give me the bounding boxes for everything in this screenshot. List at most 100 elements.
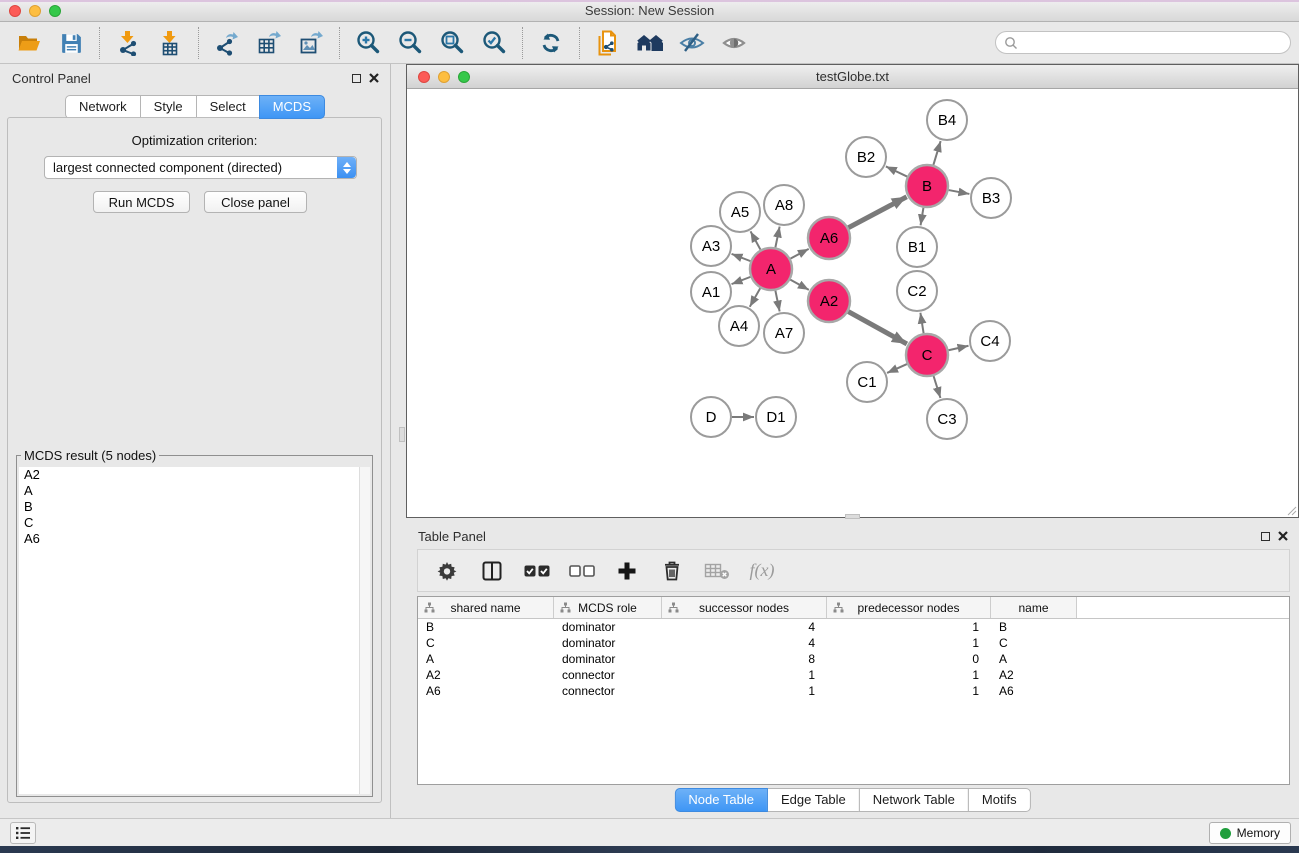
table-cell[interactable]: A2 bbox=[418, 668, 554, 682]
table-cell[interactable]: 4 bbox=[662, 636, 827, 650]
table-cell[interactable]: connector bbox=[554, 668, 662, 682]
graph-node-C2[interactable]: C2 bbox=[897, 271, 937, 311]
tab-motifs[interactable]: Motifs bbox=[968, 788, 1031, 812]
table-cell[interactable]: 1 bbox=[827, 668, 991, 682]
graph-node-D[interactable]: D bbox=[691, 397, 731, 437]
graph-node-B3[interactable]: B3 bbox=[971, 178, 1011, 218]
tab-select[interactable]: Select bbox=[196, 95, 260, 119]
import-table-icon[interactable] bbox=[155, 28, 185, 58]
select-all-columns-icon[interactable] bbox=[524, 558, 550, 584]
close-panel-button[interactable]: Close panel bbox=[204, 191, 307, 213]
network-close-button[interactable] bbox=[418, 71, 430, 83]
graph-edge-A-A4[interactable] bbox=[750, 288, 760, 307]
save-session-icon[interactable] bbox=[56, 28, 86, 58]
table-cell[interactable]: A6 bbox=[991, 684, 1077, 698]
column-header-mcds-role[interactable]: MCDS role bbox=[554, 597, 662, 618]
result-list-item[interactable]: B bbox=[19, 499, 370, 515]
table-row[interactable]: A dominator 8 0 A bbox=[418, 651, 1289, 667]
table-cell[interactable]: C bbox=[991, 636, 1077, 650]
network-minimize-button[interactable] bbox=[438, 71, 450, 83]
graph-edge-B-B4[interactable] bbox=[933, 141, 940, 165]
column-header-predecessor-nodes[interactable]: predecessor nodes bbox=[827, 597, 991, 618]
table-row[interactable]: A2 connector 1 1 A2 bbox=[418, 667, 1289, 683]
task-history-button[interactable] bbox=[10, 822, 36, 844]
graph-node-B[interactable]: B bbox=[906, 165, 948, 207]
search-field[interactable] bbox=[995, 31, 1291, 54]
table-cell[interactable]: 1 bbox=[662, 668, 827, 682]
graph-edge-A6-B[interactable] bbox=[848, 197, 906, 228]
zoom-out-icon[interactable] bbox=[395, 28, 425, 58]
tab-style[interactable]: Style bbox=[140, 95, 197, 119]
graph-node-A6[interactable]: A6 bbox=[808, 217, 850, 259]
column-header-shared-name[interactable]: shared name bbox=[418, 597, 554, 618]
resize-grip-icon[interactable] bbox=[1285, 504, 1297, 516]
memory-button[interactable]: Memory bbox=[1209, 822, 1291, 844]
graph-edge-A-A6[interactable] bbox=[790, 249, 808, 259]
splitter-handle[interactable] bbox=[845, 514, 860, 519]
graph-node-B4[interactable]: B4 bbox=[927, 100, 967, 140]
graph-edge-A-A3[interactable] bbox=[732, 254, 751, 261]
search-input[interactable] bbox=[1018, 34, 1282, 51]
table-cell[interactable]: A6 bbox=[418, 684, 554, 698]
graph-node-C4[interactable]: C4 bbox=[970, 321, 1010, 361]
function-builder-icon[interactable]: f(x) bbox=[749, 558, 775, 584]
new-network-from-selection-icon[interactable] bbox=[593, 28, 623, 58]
graph-node-A5[interactable]: A5 bbox=[720, 192, 760, 232]
zoom-window-button[interactable] bbox=[49, 5, 61, 17]
graph-edge-A-A8[interactable] bbox=[775, 227, 779, 248]
graph-edge-A-A5[interactable] bbox=[751, 231, 761, 249]
zoom-fit-icon[interactable] bbox=[437, 28, 467, 58]
column-header-name[interactable]: name bbox=[991, 597, 1077, 618]
minimize-window-button[interactable] bbox=[29, 5, 41, 17]
hide-details-eye-slash-icon[interactable] bbox=[677, 28, 707, 58]
table-cell[interactable]: 8 bbox=[662, 652, 827, 666]
graph-edge-C-C3[interactable] bbox=[934, 376, 941, 398]
tab-network-table[interactable]: Network Table bbox=[859, 788, 969, 812]
graph-node-C3[interactable]: C3 bbox=[927, 399, 967, 439]
close-panel-icon[interactable] bbox=[369, 73, 379, 83]
result-list-item[interactable]: A bbox=[19, 483, 370, 499]
graph-edge-C-C2[interactable] bbox=[920, 313, 923, 334]
table-cell[interactable]: B bbox=[991, 620, 1077, 634]
splitter-handle[interactable] bbox=[399, 427, 405, 442]
column-header-successor-nodes[interactable]: successor nodes bbox=[662, 597, 827, 618]
table-cell[interactable]: dominator bbox=[554, 636, 662, 650]
import-network-icon[interactable] bbox=[113, 28, 143, 58]
result-scrollbar[interactable] bbox=[359, 467, 370, 794]
tab-mcds[interactable]: MCDS bbox=[259, 95, 325, 119]
tab-edge-table[interactable]: Edge Table bbox=[767, 788, 860, 812]
network-window-titlebar[interactable]: testGlobe.txt bbox=[407, 65, 1298, 89]
float-panel-icon[interactable] bbox=[1261, 532, 1270, 541]
export-network-icon[interactable] bbox=[212, 28, 242, 58]
network-zoom-button[interactable] bbox=[458, 71, 470, 83]
table-cell[interactable]: 1 bbox=[662, 684, 827, 698]
result-list-item[interactable]: C bbox=[19, 515, 370, 531]
graph-node-C1[interactable]: C1 bbox=[847, 362, 887, 402]
delete-table-icon[interactable] bbox=[704, 558, 730, 584]
close-panel-icon[interactable] bbox=[1278, 531, 1288, 541]
result-list-item[interactable]: A2 bbox=[19, 467, 370, 483]
zoom-in-icon[interactable] bbox=[353, 28, 383, 58]
optimization-criterion-select[interactable]: largest connected component (directed) bbox=[44, 156, 357, 179]
graph-edge-A-A2[interactable] bbox=[790, 280, 809, 290]
result-list-item[interactable]: A6 bbox=[19, 531, 370, 547]
graph-node-A4[interactable]: A4 bbox=[719, 306, 759, 346]
export-table-icon[interactable] bbox=[254, 28, 284, 58]
delete-columns-trash-icon[interactable] bbox=[659, 558, 685, 584]
close-window-button[interactable] bbox=[9, 5, 21, 17]
table-cell[interactable]: dominator bbox=[554, 620, 662, 634]
graph-edge-B-B1[interactable] bbox=[921, 208, 924, 226]
table-cell[interactable]: 4 bbox=[662, 620, 827, 634]
run-mcds-button[interactable]: Run MCDS bbox=[93, 191, 190, 213]
graph-edge-C-C4[interactable] bbox=[948, 346, 968, 350]
refresh-icon[interactable] bbox=[536, 28, 566, 58]
network-canvas[interactable]: B4B2BB3A8A5A6A3B1AA1C2A2A4A7C4CC1C3DD1 bbox=[407, 89, 1298, 517]
graph-node-A7[interactable]: A7 bbox=[764, 313, 804, 353]
table-row[interactable]: A6 connector 1 1 A6 bbox=[418, 683, 1289, 699]
show-column-panel-icon[interactable] bbox=[479, 558, 505, 584]
unselect-all-columns-icon[interactable] bbox=[569, 558, 595, 584]
tab-network[interactable]: Network bbox=[65, 95, 141, 119]
table-cell[interactable]: connector bbox=[554, 684, 662, 698]
graph-node-A1[interactable]: A1 bbox=[691, 272, 731, 312]
open-folder-icon[interactable] bbox=[14, 28, 44, 58]
